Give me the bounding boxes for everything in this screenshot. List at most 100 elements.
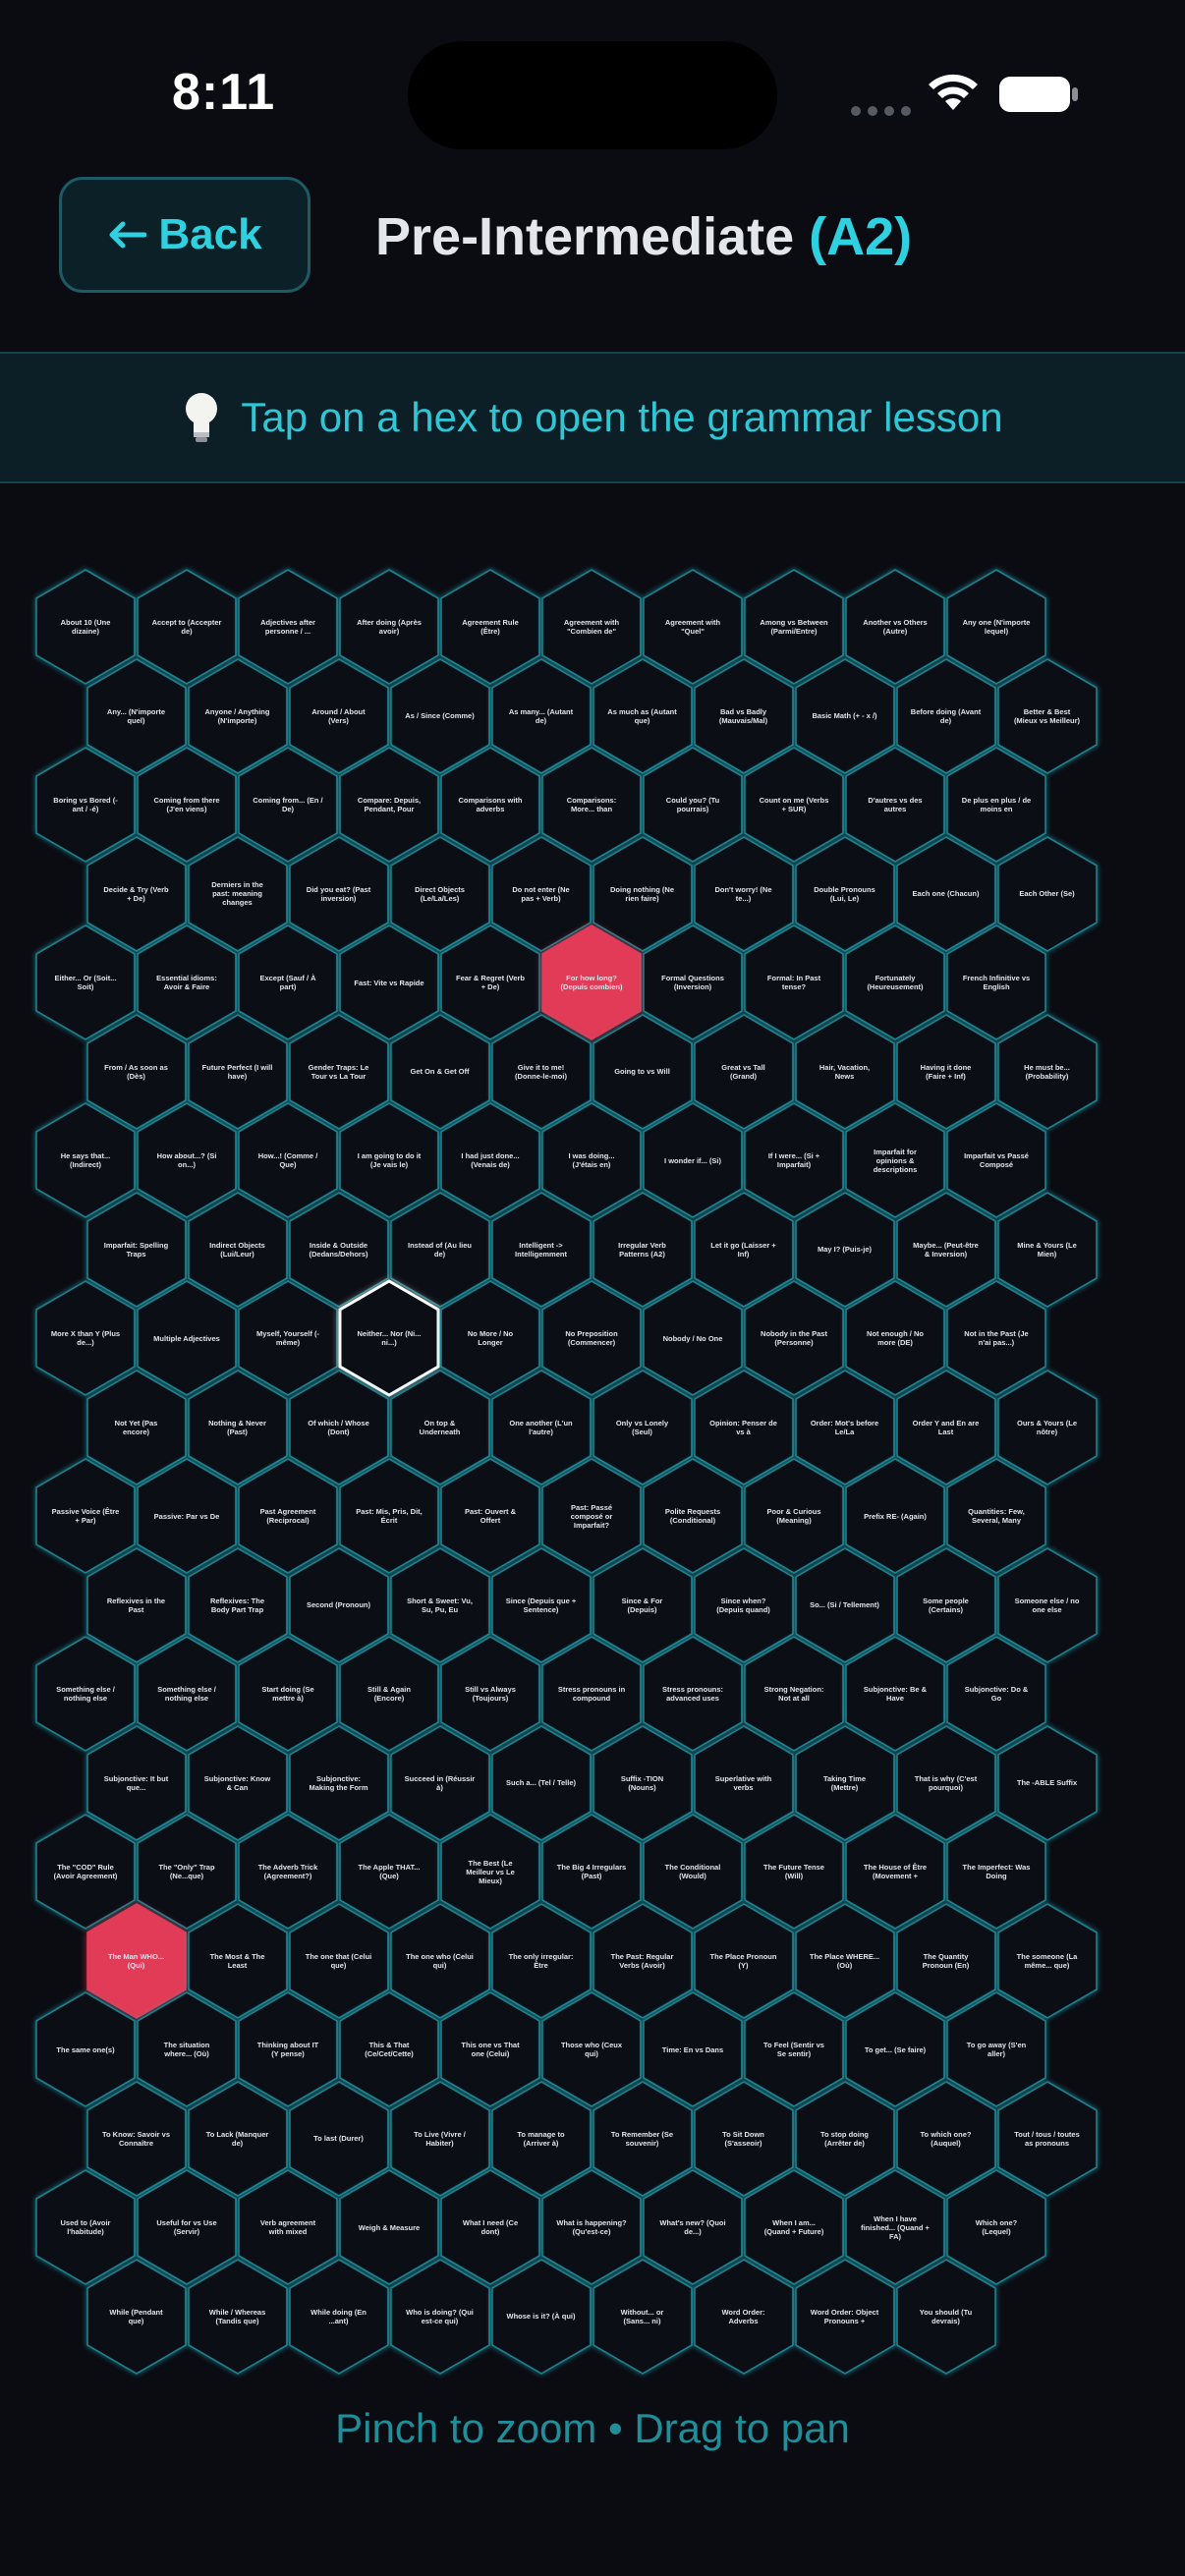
hex-label: To Know: Savoir vs Connaître <box>101 2129 171 2148</box>
lightbulb-icon <box>186 393 218 442</box>
hex-label: French Infinitive vs English <box>962 974 1031 991</box>
hex-label: The Past: Regular Verbs (Avoir) <box>610 1951 674 1970</box>
grammar-lesson-hex[interactable]: Word Order: Adverbs <box>693 2258 794 2375</box>
hex-label: Either... Or (Soit... Soit) <box>54 974 117 991</box>
hex-label: Agreement with "Combien de" <box>563 618 620 636</box>
hex-label: The -ABLE Suffix <box>1016 1778 1078 1787</box>
hex-label: This one vs That one (Celui) <box>461 2041 520 2058</box>
grammar-lesson-hex[interactable]: Who is doing? (Qui est-ce qui) <box>389 2258 490 2375</box>
hex-label: Do not enter (Ne pas + Verb) <box>512 884 570 903</box>
grammar-hex-map[interactable]: About 10 (Une dizaine) Accept to (Accepte… <box>0 569 1185 2397</box>
hex-label: To manage to (Arriver à) <box>517 2129 565 2148</box>
hex-label: Past: Passé composé or Imparfait? <box>570 1502 613 1530</box>
hex-label: He says that... (Indirect) <box>60 1151 111 1169</box>
hex-label: Formal Questions (Inversion) <box>661 974 724 991</box>
hex-label: To which one? (Auquel) <box>920 2129 972 2148</box>
hex-label: I am going to do it (Je vais le) <box>357 1151 422 1169</box>
hex-label: As many... (Autant de) <box>508 706 574 725</box>
hex-label: Prefix RE- (Again) <box>864 1511 927 1521</box>
hex-label: Give it to me! (Donne-le-moi) <box>515 1062 567 1081</box>
page-title-level: (A2) <box>809 207 913 266</box>
hex-label: Superlative with verbs <box>714 1773 772 1792</box>
hex-label: Irregular Verb Patterns (A2) <box>618 1240 666 1259</box>
hex-label: Around / About (Vers) <box>311 706 366 725</box>
hex-label: About 10 (Une dizaine) <box>60 618 111 636</box>
grammar-lesson-hex[interactable]: Word Order: Object Pronouns + <box>794 2258 895 2375</box>
hex-label: To stop doing (Arrêter de) <box>819 2129 869 2148</box>
hex-label: What's new? (Quoi de...) <box>659 2218 726 2236</box>
hex-label: Each one (Chacun) <box>912 889 980 898</box>
hex-label: The Most & The Least <box>209 1951 265 1970</box>
hex-label: Taking Time (Mettre) <box>822 1773 867 1792</box>
hex-label: Inside & Outside (Dedans/Dehors) <box>309 1240 368 1259</box>
hex-label: Nobody in the Past (Personne) <box>761 1329 827 1347</box>
grammar-lesson-hex[interactable]: While / Whereas (Tandis que) <box>187 2258 288 2375</box>
hex-label: The Place Pronoun (Y) <box>709 1951 777 1970</box>
hex-label: Ours & Yours (Le nôtre) <box>1017 1418 1077 1436</box>
hex-label: The "Only" Trap (Ne...que) <box>158 1863 215 1880</box>
hex-label: Whose is it? (À qui) <box>506 2312 576 2321</box>
status-bar: 8:11 <box>0 0 1185 177</box>
grammar-lesson-hex[interactable]: You should (Tu devrais) <box>895 2258 996 2375</box>
hex-label: Without... or (Sans... ni) <box>620 2307 664 2325</box>
grammar-lesson-hex[interactable]: While (Pendant que) <box>85 2258 187 2375</box>
hex-label: Great vs Tall (Grand) <box>721 1062 765 1081</box>
hex-label: When I am... (Quand + Future) <box>763 2218 824 2236</box>
hex-label: The someone (La même... que) <box>1016 1951 1078 1970</box>
hex-label: Those who (Ceux qui) <box>560 2041 623 2058</box>
hex-label: To get... (Se faire) <box>864 2044 927 2054</box>
grammar-lesson-hex[interactable]: Whose is it? (À qui) <box>490 2258 592 2375</box>
hex-label: Basic Math (+ - x /) <box>812 711 877 720</box>
hex-label: Passive Voice (Être + Par) <box>51 1507 120 1525</box>
hex-label: Comparisons: More... than <box>566 796 617 813</box>
hex-label: Count on me (Verbs + SUR) <box>759 796 829 813</box>
hint-text: Tap on a hex to open the grammar lesson <box>241 394 1003 440</box>
hex-label: Who is doing? (Qui est-ce qui) <box>406 2307 474 2325</box>
hex-label: Second (Pronoun) <box>307 1600 370 1609</box>
hex-label: While (Pendant que) <box>109 2307 163 2325</box>
hex-label: Which one? (Lequel) <box>975 2218 1018 2236</box>
hex-label: Maybe... (Peut-être & Inversion) <box>913 1240 979 1259</box>
back-button[interactable]: Back <box>59 177 310 293</box>
hex-label: One another (L'un l'autre) <box>509 1418 573 1436</box>
hex-label: Don't worry! (Ne te...) <box>714 884 772 903</box>
grammar-lesson-hex[interactable]: While doing (En ...ant) <box>288 2258 389 2375</box>
hex-label: Useful for vs Use (Servir) <box>156 2218 217 2236</box>
hint-banner: Tap on a hex to open the grammar lesson <box>0 352 1185 483</box>
hex-label: Among vs Between (Parmi/Entre) <box>760 618 828 636</box>
hex-label: Fear & Regret (Verb + De) <box>455 974 526 991</box>
hex-label: That is why (C'est pourquoi) <box>914 1773 978 1792</box>
hex-label: Agreement with "Quel" <box>664 618 721 636</box>
hex-label: How...! (Comme / Que) <box>257 1151 318 1169</box>
hex-label: To Feel (Sentir vs Se sentir) <box>763 2041 824 2058</box>
hex-label: Neither... Nor (Ni... ni...) <box>357 1329 422 1347</box>
hex-label: Before doing (Avant de) <box>910 706 982 725</box>
hex-label: The Best (Le Meilleur vs Le Mieux) <box>466 1858 515 1885</box>
hex-label: The Big 4 Irregulars (Past) <box>556 1863 627 1880</box>
hex-label: When I have finished... (Quand + FA) <box>861 2213 930 2241</box>
hex-label: No More / No Longer <box>467 1329 514 1347</box>
hex-label: The Future Tense (Will) <box>763 1863 824 1880</box>
hex-label: Something else / nothing else <box>157 1685 216 1703</box>
hex-label: What is happening? (Qu'est-ce) <box>556 2218 627 2236</box>
grammar-lesson-hex[interactable]: Without... or (Sans... ni) <box>592 2258 693 2375</box>
hex-label: Could you? (Tu pourrais) <box>665 796 720 813</box>
hex-label: I had just done... (Venais de) <box>461 1151 520 1169</box>
hex-label: Multiple Adjectives <box>153 1333 220 1343</box>
hex-label: Reflexives in the Past <box>106 1596 166 1614</box>
hex-label: To Live (Vivre / Habiter) <box>414 2129 466 2148</box>
hex-label: Any one (N'importe lequel) <box>962 618 1031 636</box>
hex-label: Subjonctive: Know & Can <box>203 1773 271 1792</box>
hex-label: Double Pronouns (Lui, Le) <box>814 884 875 903</box>
hex-label: To Sit Down (S'asseoir) <box>722 2129 764 2148</box>
hex-label: Passive: Par vs De <box>153 1511 220 1521</box>
hex-label: After doing (Après avoir) <box>357 618 422 636</box>
hex-label: Decide & Try (Verb + De) <box>103 884 169 903</box>
hex-label: Better & Best (Mieux vs Meilleur) <box>1013 706 1081 725</box>
hex-label: Past: Ouvert & Offert <box>464 1507 517 1525</box>
hex-label: From / As soon as (Dès) <box>104 1062 168 1081</box>
hex-label: Time: En vs Dans <box>661 2044 724 2054</box>
hex-label: Essential idioms: Avoir & Faire <box>156 974 217 991</box>
hex-label: Since & For (Depuis) <box>621 1596 663 1614</box>
hex-label: Still vs Always (Toujours) <box>465 1685 516 1703</box>
